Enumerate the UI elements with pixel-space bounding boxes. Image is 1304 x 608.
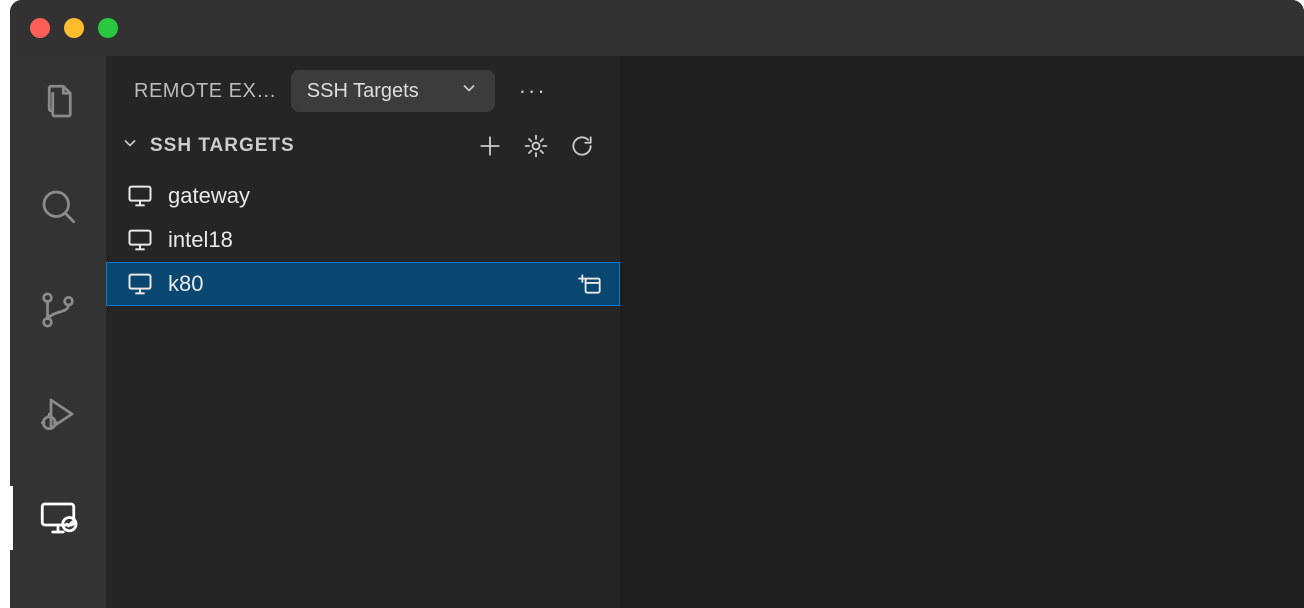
activity-run-debug[interactable] (10, 386, 106, 442)
activity-bar (10, 56, 106, 608)
configure-ssh-button[interactable] (518, 128, 554, 164)
add-ssh-target-button[interactable] (472, 128, 508, 164)
titlebar (10, 0, 1304, 56)
ssh-target-name: k80 (168, 271, 564, 297)
files-icon (37, 81, 79, 123)
activity-search[interactable] (10, 178, 106, 234)
sidebar-title: REMOTE EX… (134, 80, 277, 103)
window-minimize-button[interactable] (64, 18, 84, 38)
ssh-target-row[interactable]: k80 (106, 262, 620, 306)
ssh-target-name: gateway (168, 183, 604, 209)
select-label: SSH Targets (307, 80, 419, 103)
chevron-down-icon (459, 78, 479, 104)
ssh-target-name: intel18 (168, 227, 604, 253)
vscode-window: REMOTE EX… SSH Targets ··· (10, 0, 1304, 608)
refresh-icon (569, 133, 595, 159)
chevron-down-icon (120, 133, 140, 159)
ssh-target-row[interactable]: gateway (106, 174, 620, 218)
new-window-icon (578, 271, 604, 297)
ellipsis-icon: ··· (519, 78, 547, 103)
sidebar-header: REMOTE EX… SSH Targets ··· (106, 56, 620, 118)
ssh-targets-tree: gateway intel18 k80 (106, 174, 620, 306)
sidebar: REMOTE EX… SSH Targets ··· (106, 56, 620, 608)
monitor-icon (126, 182, 154, 210)
activity-remote-explorer[interactable] (10, 490, 106, 546)
monitor-icon (126, 270, 154, 298)
window-zoom-button[interactable] (98, 18, 118, 38)
remote-type-select[interactable]: SSH Targets (291, 70, 495, 112)
open-in-new-window-button[interactable] (578, 271, 604, 297)
section-label: SSH TARGETS (150, 135, 295, 157)
section-header-ssh-targets[interactable]: SSH TARGETS (106, 118, 620, 174)
search-icon (37, 185, 79, 227)
monitor-icon (126, 226, 154, 254)
editor-area (620, 56, 1304, 608)
more-actions-button[interactable]: ··· (519, 78, 547, 104)
branch-icon (37, 289, 79, 331)
refresh-button[interactable] (564, 128, 600, 164)
activity-explorer[interactable] (10, 74, 106, 130)
gear-icon (523, 133, 549, 159)
activity-source-control[interactable] (10, 282, 106, 338)
plus-icon (477, 133, 503, 159)
ssh-target-row[interactable]: intel18 (106, 218, 620, 262)
remote-explorer-icon (37, 497, 79, 539)
window-close-button[interactable] (30, 18, 50, 38)
debug-icon (37, 393, 79, 435)
